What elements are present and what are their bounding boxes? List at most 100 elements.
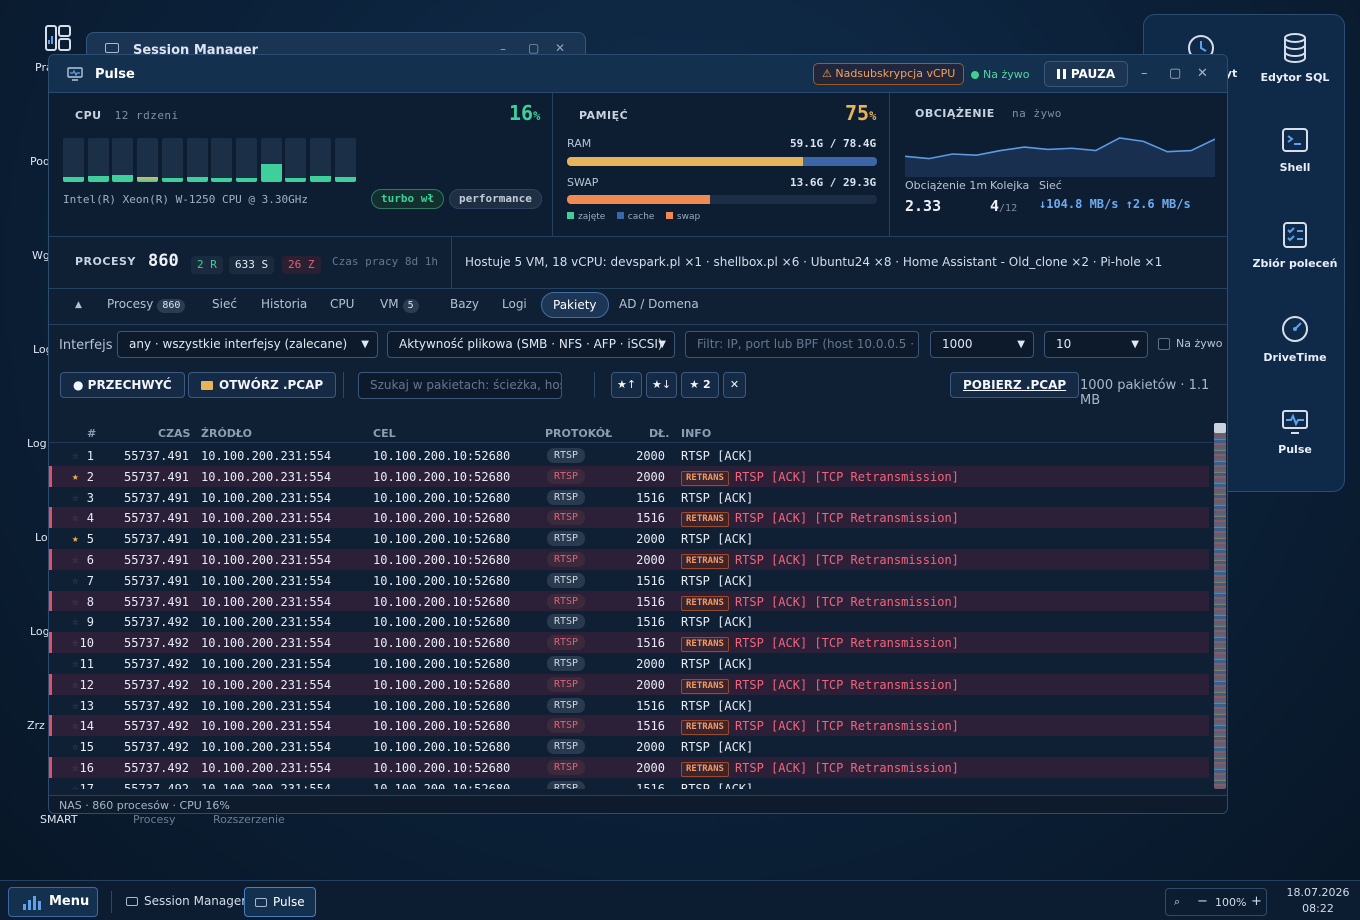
launcher-item-commands[interactable]: Zbiór poleceń bbox=[1250, 221, 1340, 270]
minimize-icon[interactable]: – bbox=[1141, 66, 1148, 81]
close-icon[interactable]: ✕ bbox=[1197, 66, 1208, 81]
tab-ad-domena[interactable]: AD / Domena bbox=[619, 297, 699, 311]
table-row[interactable]: ☆ 1 55737.491 10.100.200.231:554 10.100.200.… bbox=[49, 445, 1209, 466]
col-info[interactable]: INFO bbox=[681, 427, 711, 440]
protocol-badge: RTSP bbox=[547, 697, 586, 713]
collapse-icon[interactable]: ▲ bbox=[75, 300, 82, 310]
table-row[interactable]: ☆ 13 55737.492 10.100.200.231:554 10.100.200… bbox=[49, 694, 1209, 716]
open-pcap-button[interactable]: OTWÓRZ .PCAP bbox=[188, 372, 337, 398]
table-row[interactable]: ☆ 7 55737.491 10.100.200.231:554 10.100.200.… bbox=[49, 569, 1209, 591]
start-menu-button[interactable]: Menu bbox=[8, 887, 98, 917]
cpu-core-bar bbox=[137, 138, 159, 182]
zoom-in-button[interactable]: + bbox=[1251, 894, 1262, 909]
star-icon[interactable]: ☆ bbox=[72, 615, 79, 628]
packet-limit-select[interactable]: 1000 ▼ bbox=[930, 331, 1034, 358]
zoom-out-button[interactable]: − bbox=[1197, 894, 1208, 909]
capture-button[interactable]: ● PRZECHWYĆ bbox=[60, 372, 185, 398]
scrollbar-thumb[interactable] bbox=[1214, 423, 1226, 433]
duration-select[interactable]: 10 ▼ bbox=[1044, 331, 1148, 358]
desktop-icon-charts[interactable] bbox=[44, 24, 72, 52]
tab-vm[interactable]: VM 5 bbox=[380, 297, 419, 313]
clear-filter-button[interactable]: ✕ bbox=[723, 372, 746, 398]
clock[interactable]: 18.07.2026 08:22 bbox=[1282, 885, 1354, 917]
cpu-core-bar bbox=[87, 138, 109, 182]
sort-starred-up-button[interactable]: ★↑ bbox=[611, 372, 642, 398]
tab-procesy[interactable]: Procesy 860 bbox=[107, 297, 186, 313]
launcher-item-drivetime[interactable]: DriveTime bbox=[1250, 315, 1340, 364]
vcpu-overcommit-warning[interactable]: ⚠ Nadsubskrypcja vCPU bbox=[813, 63, 965, 85]
table-row[interactable]: ☆ 8 55737.491 10.100.200.231:554 10.100.200.… bbox=[49, 590, 1209, 612]
table-row[interactable]: ☆ 9 55737.492 10.100.200.231:554 10.100.200.… bbox=[49, 611, 1209, 633]
ram-label: RAM bbox=[567, 137, 592, 150]
star-icon[interactable]: ☆ bbox=[72, 782, 79, 789]
maximize-icon[interactable]: ▢ bbox=[528, 41, 539, 55]
bpf-filter-input[interactable]: Filtr: IP, port lub BPF (host 10.0.0.5 ·… bbox=[685, 331, 919, 358]
packet-search-input[interactable]: Szukaj w pakietach: ścieżka, host, plik bbox=[358, 372, 562, 399]
table-row[interactable]: ☆ 4 55737.491 10.100.200.231:554 10.100.200.… bbox=[49, 507, 1209, 529]
table-row[interactable]: ☆ 6 55737.491 10.100.200.231:554 10.100.200.… bbox=[49, 549, 1209, 570]
star-icon[interactable]: ☆ bbox=[72, 595, 79, 608]
star-icon[interactable]: ☆ bbox=[72, 511, 79, 524]
close-icon[interactable]: ✕ bbox=[555, 41, 565, 55]
table-row[interactable]: ☆ 17 55737.492 10.100.200.231:554 10.100.200… bbox=[49, 777, 1209, 789]
starred-filter-button[interactable]: ★ 2 bbox=[681, 372, 719, 398]
col-length[interactable]: DŁ. bbox=[649, 427, 669, 440]
table-row[interactable]: ★ 2 55737.491 10.100.200.231:554 10.100.200.… bbox=[49, 465, 1209, 487]
star-icon[interactable]: ☆ bbox=[72, 491, 79, 504]
star-icon[interactable]: ☆ bbox=[72, 761, 79, 774]
table-row[interactable]: ☆ 15 55737.492 10.100.200.231:554 10.100.200… bbox=[49, 736, 1209, 757]
col-time[interactable]: CZAS bbox=[158, 427, 190, 440]
table-row[interactable]: ★ 5 55737.491 10.100.200.231:554 10.100.200.… bbox=[49, 528, 1209, 549]
table-row[interactable]: ☆ 16 55737.492 10.100.200.231:554 10.100.200… bbox=[49, 757, 1209, 778]
tab-pakiety[interactable]: Pakiety bbox=[541, 292, 609, 318]
star-icon[interactable]: ★ bbox=[72, 532, 79, 545]
packet-minimap-scrollbar[interactable] bbox=[1214, 423, 1226, 789]
table-row[interactable]: ☆ 12 55737.492 10.100.200.231:554 10.100.200… bbox=[49, 673, 1209, 695]
star-icon[interactable]: ☆ bbox=[72, 636, 79, 649]
star-icon[interactable]: ☆ bbox=[72, 740, 79, 753]
row-info: RETRANS RTSP [ACK] [TCP Retransmission] bbox=[681, 761, 959, 777]
star-icon[interactable]: ☆ bbox=[72, 574, 79, 587]
tab-siec[interactable]: Sieć bbox=[212, 297, 237, 311]
maximize-icon[interactable]: ▢ bbox=[1169, 66, 1181, 81]
live-checkbox[interactable] bbox=[1158, 338, 1170, 350]
taskbar-item-session-manager[interactable]: Session Manager bbox=[116, 887, 256, 917]
star-icon[interactable]: ☆ bbox=[72, 719, 79, 732]
launcher-item-pulse[interactable]: Pulse bbox=[1250, 409, 1340, 456]
protocol-badge: RTSP bbox=[547, 593, 586, 609]
row-number: 10 bbox=[79, 636, 94, 651]
pause-button[interactable]: PAUZA bbox=[1044, 61, 1128, 87]
table-row[interactable]: ☆ 14 55737.492 10.100.200.231:554 10.100.200… bbox=[49, 715, 1209, 737]
launcher-item-sql[interactable]: Edytor SQL bbox=[1250, 33, 1340, 84]
col-protocol[interactable]: PROTOKÓŁ bbox=[545, 427, 612, 440]
interface-select[interactable]: any · wszystkie interfejsy (zalecane) ▼ bbox=[117, 331, 378, 358]
star-icon[interactable]: ☆ bbox=[72, 657, 79, 670]
row-destination: 10.100.200.10:52680 bbox=[373, 781, 511, 789]
launcher-item-shell[interactable]: Shell bbox=[1250, 127, 1340, 174]
col-destination[interactable]: CEL bbox=[373, 427, 396, 440]
row-number: 14 bbox=[79, 719, 94, 734]
load1-value: 2.33 bbox=[905, 197, 942, 215]
tab-cpu[interactable]: CPU bbox=[330, 297, 354, 311]
star-icon[interactable]: ☆ bbox=[72, 553, 79, 566]
star-icon[interactable]: ☆ bbox=[72, 678, 79, 691]
star-icon[interactable]: ☆ bbox=[72, 699, 79, 712]
taskbar-item-pulse[interactable]: Pulse bbox=[244, 887, 316, 917]
star-icon[interactable]: ★ bbox=[72, 470, 79, 483]
row-source: 10.100.200.231:554 bbox=[201, 490, 332, 505]
col-number[interactable]: # bbox=[87, 427, 96, 440]
sort-starred-down-button[interactable]: ★↓ bbox=[646, 372, 677, 398]
col-source[interactable]: ŹRÓDŁO bbox=[201, 427, 252, 440]
tab-historia[interactable]: Historia bbox=[261, 297, 307, 311]
row-info: RETRANS RTSP [ACK] [TCP Retransmission] bbox=[681, 678, 959, 694]
download-pcap-button[interactable]: POBIERZ .PCAP bbox=[950, 372, 1080, 398]
tab-bar: ▲ Procesy 860 Sieć Historia CPU VM 5 Bazy … bbox=[49, 289, 1227, 325]
cpu-core-bar bbox=[334, 138, 356, 182]
table-row[interactable]: ☆ 11 55737.492 10.100.200.231:554 10.100.200… bbox=[49, 653, 1209, 674]
table-row[interactable]: ☆ 10 55737.492 10.100.200.231:554 10.100.200… bbox=[49, 632, 1209, 653]
filter-preset-select[interactable]: Aktywność plikowa (SMB · NFS · AFP · iSC… bbox=[387, 331, 675, 358]
tab-logi[interactable]: Logi bbox=[502, 297, 527, 311]
table-row[interactable]: ☆ 3 55737.491 10.100.200.231:554 10.100.200.… bbox=[49, 486, 1209, 508]
tab-bazy[interactable]: Bazy bbox=[450, 297, 479, 311]
star-icon[interactable]: ☆ bbox=[72, 449, 79, 462]
